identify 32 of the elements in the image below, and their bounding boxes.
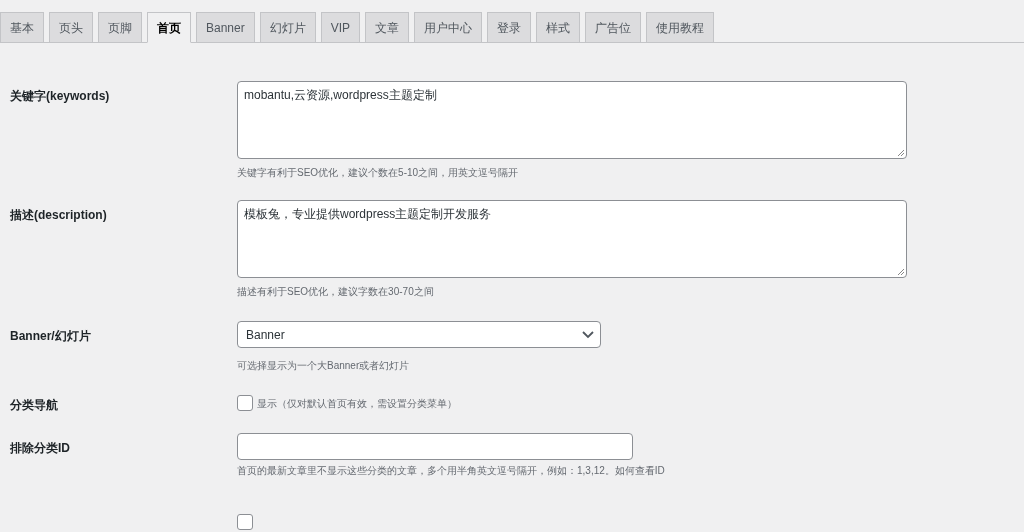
- field-hint: 关键字有利于SEO优化，建议个数在5-10之间，用英文逗号隔开: [237, 166, 520, 180]
- tab[interactable]: 基本: [0, 12, 44, 43]
- field-hint: 首页的最新文章里不显示这些分类的文章，多个用半角英文逗号隔开，例如：1,3,12。如何查看ID: [237, 464, 665, 478]
- tab[interactable]: 首页: [147, 12, 191, 43]
- field-label: 排除分类ID: [10, 441, 70, 455]
- field-label: 分类导航: [10, 398, 58, 412]
- text-area[interactable]: 模板兔，专业提供wordpress主题定制开发服务: [237, 200, 907, 278]
- checkbox-label: 显示（仅对默认首页有效，需设置分类菜单）: [257, 396, 457, 411]
- field-hint: 可选择显示为一个大Banner或者幻灯片: [237, 359, 411, 373]
- dropdown[interactable]: Banner: [237, 321, 601, 348]
- tab[interactable]: 样式: [536, 12, 581, 43]
- tab[interactable]: 广告位: [585, 12, 642, 43]
- tab[interactable]: 页头: [49, 12, 93, 43]
- tab[interactable]: 幻灯片: [259, 12, 316, 43]
- tab[interactable]: 文章: [365, 12, 410, 43]
- tab[interactable]: 页脚: [98, 12, 142, 43]
- tab[interactable]: 用户中心: [414, 12, 483, 43]
- checkbox[interactable]: [237, 514, 253, 530]
- tab[interactable]: 使用教程: [646, 12, 715, 43]
- resize-handle-icon[interactable]: [897, 149, 905, 157]
- tab[interactable]: Banner: [196, 12, 255, 43]
- checkbox[interactable]: [237, 395, 253, 411]
- input-field[interactable]: [237, 433, 633, 460]
- field-label: 关键字(keywords): [10, 89, 110, 103]
- field-label: Banner/幻灯片: [10, 329, 91, 343]
- text-area[interactable]: mobantu,云资源,wordpress主题定制: [237, 81, 907, 159]
- resize-handle-icon[interactable]: [897, 268, 905, 276]
- tab[interactable]: VIP: [320, 12, 361, 43]
- field-hint: 描述有利于SEO优化，建议字数在30-70之间: [237, 285, 435, 299]
- chevron-down-icon: [582, 330, 594, 339]
- tab[interactable]: 登录: [487, 12, 532, 43]
- field-label: 描述(description): [10, 208, 107, 222]
